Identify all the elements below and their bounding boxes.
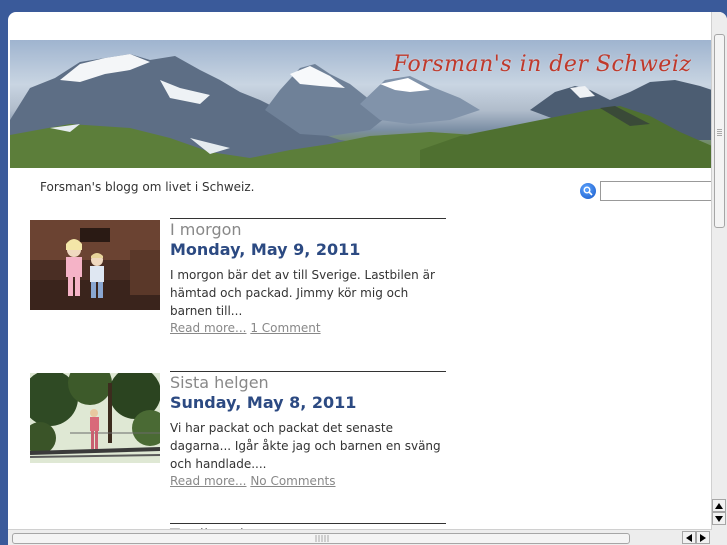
horizontal-scrollbar[interactable] bbox=[8, 529, 712, 545]
search-icon bbox=[583, 186, 593, 196]
post-excerpt: Vi har packat och packat det senaste dag… bbox=[170, 421, 441, 471]
post-date: Monday, May 9, 2011 bbox=[170, 240, 361, 259]
post-links: Read more... No Comments bbox=[170, 473, 446, 489]
scroll-right-button[interactable] bbox=[696, 531, 710, 544]
blog-title[interactable]: Forsman's in der Schweiz bbox=[393, 52, 691, 77]
post-title[interactable]: I morgon bbox=[170, 220, 446, 239]
scrollbar-corner bbox=[712, 529, 727, 545]
post-excerpt: I morgon bär det av till Sverige. Lastbi… bbox=[170, 268, 435, 318]
comments-link[interactable]: 1 Comment bbox=[250, 321, 320, 335]
header-banner: Forsman's in der Schweiz bbox=[10, 40, 712, 168]
post-thumbnail[interactable] bbox=[30, 220, 160, 310]
arrow-left-icon bbox=[686, 533, 692, 542]
scroll-down-button[interactable] bbox=[712, 512, 726, 525]
post-links: Read more... 1 Comment bbox=[170, 320, 446, 336]
arrow-down-icon bbox=[715, 515, 723, 522]
post-title[interactable]: Sista helgen bbox=[170, 373, 446, 392]
read-more-link[interactable]: Read more... bbox=[170, 474, 247, 488]
search-button[interactable] bbox=[580, 183, 596, 199]
grip-icon bbox=[315, 535, 329, 542]
post-date: Sunday, May 8, 2011 bbox=[170, 393, 357, 412]
blog-tagline: Forsman's blogg om livet i Schweiz. bbox=[40, 180, 255, 194]
arrow-up-icon bbox=[715, 502, 723, 509]
comments-link[interactable]: No Comments bbox=[250, 474, 335, 488]
search-input[interactable] bbox=[600, 181, 718, 201]
scroll-up-button[interactable] bbox=[712, 499, 726, 512]
vertical-scrollbar[interactable] bbox=[711, 12, 727, 533]
arrow-right-icon bbox=[700, 533, 706, 542]
browser-viewport: Forsman's in der Schweiz Forsman's blogg… bbox=[8, 12, 727, 545]
post-body: Sista helgen Sunday, May 8, 2011 Vi har … bbox=[170, 371, 446, 489]
post-body: I morgon Monday, May 9, 2011 I morgon bä… bbox=[170, 218, 446, 336]
scroll-left-button[interactable] bbox=[682, 531, 696, 544]
vertical-scroll-thumb[interactable] bbox=[714, 34, 725, 228]
post-thumbnail[interactable] bbox=[30, 373, 160, 463]
read-more-link[interactable]: Read more... bbox=[170, 321, 247, 335]
horizontal-scroll-thumb[interactable] bbox=[12, 533, 630, 544]
